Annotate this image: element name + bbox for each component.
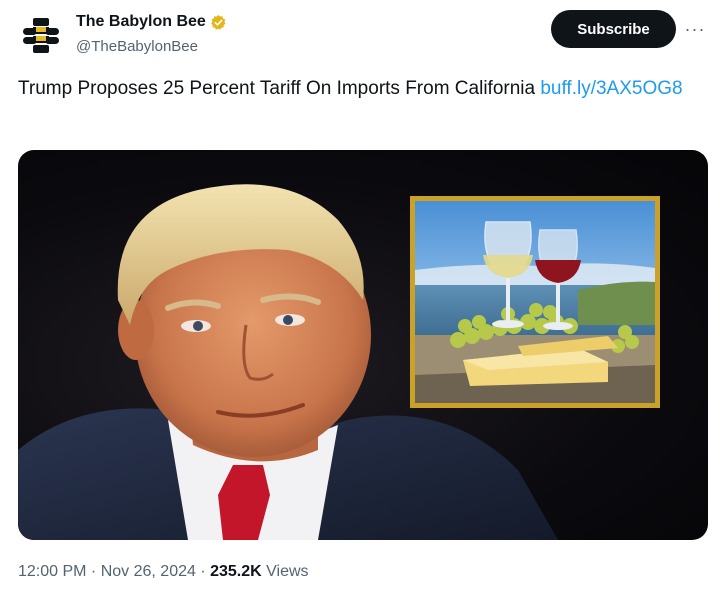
views-count: 235.2K bbox=[210, 563, 262, 580]
display-name[interactable]: The Babylon Bee bbox=[76, 13, 206, 31]
tweet-link[interactable]: buff.ly/3AX5OG8 bbox=[540, 78, 682, 99]
tweet-text: Trump Proposes 25 Percent Tariff On Impo… bbox=[18, 76, 708, 102]
meta-separator: · bbox=[195, 563, 211, 580]
tweet-header: The Babylon Bee @TheBabylonBee Subscribe… bbox=[18, 10, 710, 60]
tweet-meta: 12:00 PM · Nov 26, 2024 · 235.2K Views bbox=[18, 563, 309, 581]
tweet-date[interactable]: Nov 26, 2024 bbox=[101, 563, 196, 580]
avatar[interactable] bbox=[18, 12, 64, 58]
babylon-bee-logo-icon bbox=[23, 18, 59, 53]
wine-cheese-picture bbox=[410, 196, 660, 408]
tweet-body: Trump Proposes 25 Percent Tariff On Impo… bbox=[18, 78, 541, 99]
verified-badge-icon bbox=[211, 14, 226, 30]
views-label: Views bbox=[261, 563, 309, 580]
subscribe-button[interactable]: Subscribe bbox=[551, 10, 676, 48]
media-illustration bbox=[18, 184, 660, 540]
name-row: The Babylon Bee bbox=[76, 13, 227, 31]
more-options-icon[interactable]: ··· bbox=[682, 18, 708, 40]
user-handle[interactable]: @TheBabylonBee bbox=[76, 38, 198, 55]
meta-separator: · bbox=[86, 563, 101, 580]
tweet-media-image[interactable] bbox=[18, 150, 708, 540]
tweet-time[interactable]: 12:00 PM bbox=[18, 563, 86, 580]
